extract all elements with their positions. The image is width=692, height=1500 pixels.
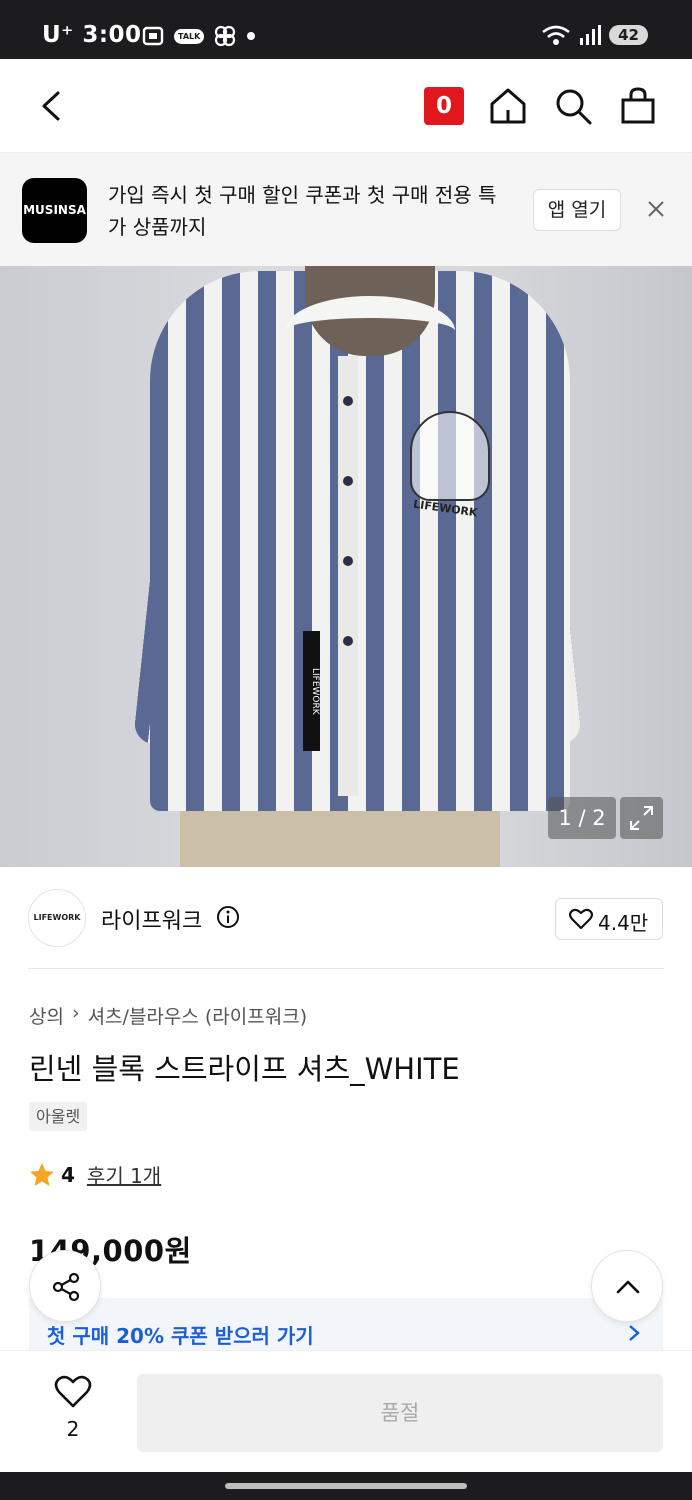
shirt-button bbox=[343, 556, 353, 566]
brand-logo[interactable]: LIFEWORK bbox=[28, 889, 86, 947]
brand-like-count: 4.4만 bbox=[598, 911, 649, 935]
chevron-up-icon bbox=[616, 1280, 640, 1294]
dog-print-graphic bbox=[410, 411, 490, 501]
heart-icon bbox=[569, 908, 593, 930]
shirt-button bbox=[343, 396, 353, 406]
scroll-top-button[interactable] bbox=[591, 1250, 663, 1322]
product-title: 린넨 블록 스트라이프 셔츠_WHITE bbox=[29, 1052, 460, 1086]
search-icon[interactable] bbox=[553, 86, 593, 126]
shirt-placket bbox=[338, 356, 358, 796]
signal-icon bbox=[580, 25, 602, 45]
heart-icon bbox=[54, 1375, 92, 1408]
gesture-nav-bar bbox=[0, 1472, 692, 1500]
rating-value: 4 bbox=[61, 1162, 75, 1187]
screenshot-icon bbox=[142, 26, 164, 46]
app-header: 0 bbox=[0, 59, 692, 153]
carrier-label: U⁺ bbox=[42, 22, 74, 48]
musinsa-logo: MUSINSA bbox=[22, 178, 87, 243]
pinwheel-icon bbox=[215, 25, 236, 47]
shirt-button bbox=[343, 636, 353, 646]
expand-icon bbox=[630, 806, 653, 830]
coupon-banner[interactable]: 첫 구매 20% 쿠폰 받으러 가기 bbox=[29, 1298, 663, 1352]
cart-count-badge[interactable]: 0 bbox=[424, 87, 464, 125]
chevron-right-icon bbox=[629, 1325, 640, 1341]
brand-row: LIFEWORK 라이프워크 4.4만 bbox=[0, 867, 692, 969]
notification-icons: TALK bbox=[142, 25, 256, 47]
status-time: U⁺ 3:00 bbox=[42, 22, 142, 48]
expand-button[interactable] bbox=[620, 797, 663, 839]
reviews-link[interactable]: 후기 1개 bbox=[87, 1160, 161, 1189]
back-arrow-icon[interactable] bbox=[34, 87, 70, 125]
rating-row: 4 후기 1개 bbox=[29, 1160, 161, 1189]
divider bbox=[28, 968, 664, 969]
dot-icon bbox=[247, 32, 256, 40]
breadcrumb-item[interactable]: 셔츠/블라우스 (라이프워크) bbox=[88, 1002, 308, 1029]
home-icon[interactable] bbox=[488, 86, 528, 126]
wishlist-button[interactable]: 2 bbox=[48, 1375, 98, 1441]
product-image-gallery[interactable]: LIFEWORK LIFEWORK 1 / 2 bbox=[0, 266, 692, 867]
bottom-action-bar: 2 품절 bbox=[0, 1350, 692, 1472]
breadcrumb-item[interactable]: 상의 bbox=[29, 1002, 64, 1029]
app-promo-banner: MUSINSA 가입 즉시 첫 구매 할인 쿠폰과 첫 구매 전용 특가 상품까… bbox=[0, 153, 692, 266]
share-button[interactable] bbox=[29, 1250, 101, 1322]
battery-indicator: 42 bbox=[609, 25, 648, 45]
breadcrumb: 상의 › 셔츠/블라우스 (라이프워크) bbox=[29, 1002, 307, 1029]
open-app-button[interactable]: 앱 열기 bbox=[533, 189, 621, 231]
shopping-bag-icon[interactable] bbox=[618, 86, 658, 126]
share-icon bbox=[52, 1272, 80, 1302]
wifi-icon bbox=[542, 25, 570, 45]
status-bar: U⁺ 3:00 TALK 42 bbox=[0, 0, 692, 59]
brand-like-button[interactable]: 4.4만 bbox=[555, 898, 663, 940]
wishlist-count: 2 bbox=[66, 1417, 80, 1441]
promo-message: 가입 즉시 첫 구매 할인 쿠폰과 첫 구매 전용 특가 상품까지 bbox=[108, 183, 497, 239]
soldout-button[interactable]: 품절 bbox=[137, 1374, 663, 1452]
info-icon[interactable] bbox=[216, 905, 240, 929]
clock: 3:00 bbox=[82, 22, 142, 48]
brand-tape: LIFEWORK bbox=[303, 631, 320, 751]
home-indicator[interactable] bbox=[225, 1483, 467, 1489]
outlet-tag: 아울렛 bbox=[29, 1102, 88, 1131]
chevron-right-icon: › bbox=[71, 1002, 80, 1024]
image-counter: 1 / 2 bbox=[548, 797, 616, 839]
shirt-collar bbox=[285, 296, 455, 366]
kakaotalk-icon: TALK bbox=[174, 28, 205, 44]
close-icon[interactable] bbox=[645, 198, 667, 220]
brand-name[interactable]: 라이프워크 bbox=[101, 903, 202, 935]
system-icons: 42 bbox=[541, 24, 648, 46]
coupon-text: 첫 구매 20% 쿠폰 받으러 가기 bbox=[47, 1324, 314, 1348]
star-icon bbox=[30, 1162, 54, 1186]
shirt-button bbox=[343, 476, 353, 486]
